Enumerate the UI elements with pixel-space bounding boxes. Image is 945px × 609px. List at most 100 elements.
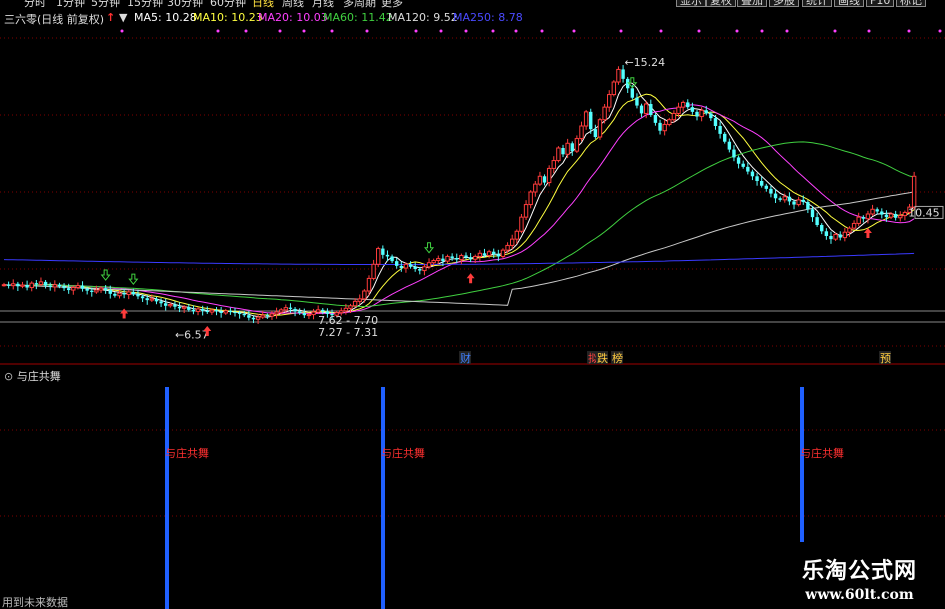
candle-body-149 bbox=[690, 107, 695, 112]
candle-body-43 bbox=[200, 308, 205, 311]
candle-147 bbox=[680, 100, 686, 112]
signal-bar-1 bbox=[381, 387, 385, 609]
candle-body-19 bbox=[90, 290, 94, 292]
period-tab-1[interactable]: 1分钟 bbox=[56, 0, 85, 8]
candle-67 bbox=[311, 308, 316, 320]
candle-body-195 bbox=[902, 211, 908, 217]
candle-body-177 bbox=[820, 225, 824, 232]
candle-124 bbox=[574, 135, 580, 154]
stock-title[interactable]: 三六零(日线 前复权) bbox=[4, 11, 104, 27]
candle-59 bbox=[274, 307, 279, 319]
period-tab-3[interactable]: 15分钟 bbox=[127, 0, 163, 8]
candle-body-170 bbox=[787, 196, 792, 202]
candle-11 bbox=[52, 280, 58, 292]
candle-body-3 bbox=[16, 283, 20, 287]
candle-body-77 bbox=[357, 298, 362, 302]
top-dot-13 bbox=[572, 29, 576, 33]
candle-body-155 bbox=[718, 126, 722, 134]
candle-body-148 bbox=[686, 102, 690, 108]
candle-body-95 bbox=[441, 258, 445, 262]
period-tab-8[interactable]: 月线 bbox=[312, 0, 334, 8]
candle-42 bbox=[195, 307, 201, 316]
ma5-value: MA5: 10.28 bbox=[134, 11, 197, 24]
candle-191 bbox=[884, 210, 889, 222]
candle-172 bbox=[796, 196, 801, 207]
candle-153 bbox=[709, 111, 713, 121]
candle-145 bbox=[671, 110, 677, 123]
candle-body-117 bbox=[542, 176, 547, 183]
candle-82 bbox=[381, 245, 385, 259]
top-dot-12 bbox=[540, 29, 544, 33]
ma120-value: MA120: 9.52 bbox=[388, 11, 458, 24]
candle-body-109 bbox=[505, 244, 510, 251]
toolbar-button-6[interactable]: F10 bbox=[866, 0, 895, 7]
top-dot-21 bbox=[867, 29, 871, 33]
candle-body-151 bbox=[699, 109, 704, 118]
candle-65 bbox=[302, 308, 306, 319]
candle-body-98 bbox=[455, 258, 459, 260]
candle-body-193 bbox=[893, 214, 898, 218]
candle-body-128 bbox=[593, 129, 598, 137]
candle-body-180 bbox=[833, 233, 838, 240]
candle-body-173 bbox=[801, 199, 805, 203]
candle-129 bbox=[597, 117, 603, 140]
kline-chart[interactable]: ←15.2410.45←6.577.62 - 7.707.27 - 7.31财拟… bbox=[0, 0, 945, 609]
candle-body-24 bbox=[113, 293, 117, 296]
candle-body-45 bbox=[209, 309, 215, 313]
candle-63 bbox=[293, 307, 297, 317]
period-tab-5[interactable]: 60分钟 bbox=[210, 0, 246, 8]
candle-29 bbox=[136, 289, 140, 300]
candle-body-88 bbox=[408, 264, 413, 267]
signal-label-0: 与庄共舞 bbox=[165, 447, 209, 460]
candle-body-59 bbox=[274, 311, 279, 315]
candle-body-107 bbox=[496, 254, 501, 257]
period-tab-2[interactable]: 5分钟 bbox=[91, 0, 120, 8]
candle-96 bbox=[445, 254, 450, 264]
period-tab-9[interactable]: 多周期 bbox=[343, 0, 376, 8]
period-tab-0[interactable]: 分时 bbox=[24, 0, 46, 8]
period-tab-7[interactable]: 周线 bbox=[282, 0, 304, 8]
dropdown-icon[interactable]: ▼ bbox=[119, 11, 127, 24]
period-tab-4[interactable]: 30分钟 bbox=[167, 0, 203, 8]
candle-body-75 bbox=[348, 305, 353, 309]
candle-body-194 bbox=[898, 215, 903, 219]
indicator-title[interactable]: ⊙ 与庄共舞 bbox=[4, 368, 61, 384]
candle-163 bbox=[755, 173, 759, 186]
toolbar-button-4[interactable]: 统计 bbox=[802, 0, 832, 7]
toolbar-button-7[interactable]: 标记 bbox=[896, 0, 926, 7]
candle-135 bbox=[626, 76, 630, 93]
candle-body-185 bbox=[856, 216, 861, 224]
candle-body-139 bbox=[643, 103, 649, 114]
period-tab-10[interactable]: 更多 bbox=[381, 0, 403, 8]
candle-body-16 bbox=[75, 285, 81, 289]
candle-body-140 bbox=[649, 104, 653, 115]
candle-100 bbox=[464, 252, 468, 260]
candle-body-31 bbox=[145, 298, 149, 301]
candle-2 bbox=[11, 279, 16, 290]
settings-icon[interactable]: ⊙ bbox=[4, 370, 13, 383]
top-dot-8 bbox=[439, 29, 443, 33]
toolbar-button-1[interactable]: 复权 bbox=[706, 0, 736, 7]
toolbar-button-0[interactable]: 显示 bbox=[676, 0, 706, 7]
candle-10 bbox=[48, 282, 52, 291]
candle-body-152 bbox=[704, 110, 708, 114]
top-dot-6 bbox=[365, 29, 369, 33]
toolbar-button-5[interactable]: 画线 bbox=[834, 0, 864, 7]
candle-81 bbox=[376, 246, 381, 268]
candle-35 bbox=[164, 298, 168, 311]
candle-body-41 bbox=[191, 309, 196, 312]
candle-3 bbox=[16, 281, 20, 291]
candle-1 bbox=[6, 281, 11, 289]
top-dot-22 bbox=[907, 29, 911, 33]
candle-body-160 bbox=[741, 163, 745, 167]
candle-body-131 bbox=[607, 94, 612, 108]
sell-arrow-icon-0 bbox=[100, 269, 111, 281]
period-tab-6[interactable]: 日线 bbox=[252, 0, 274, 8]
candle-85 bbox=[395, 258, 399, 269]
candle-body-186 bbox=[861, 217, 866, 219]
candle-body-34 bbox=[159, 301, 163, 304]
candle-156 bbox=[723, 131, 727, 144]
toolbar-button-2[interactable]: 叠加 bbox=[737, 0, 767, 7]
toolbar-button-3[interactable]: 多股 bbox=[769, 0, 799, 7]
candle-body-171 bbox=[792, 201, 796, 205]
